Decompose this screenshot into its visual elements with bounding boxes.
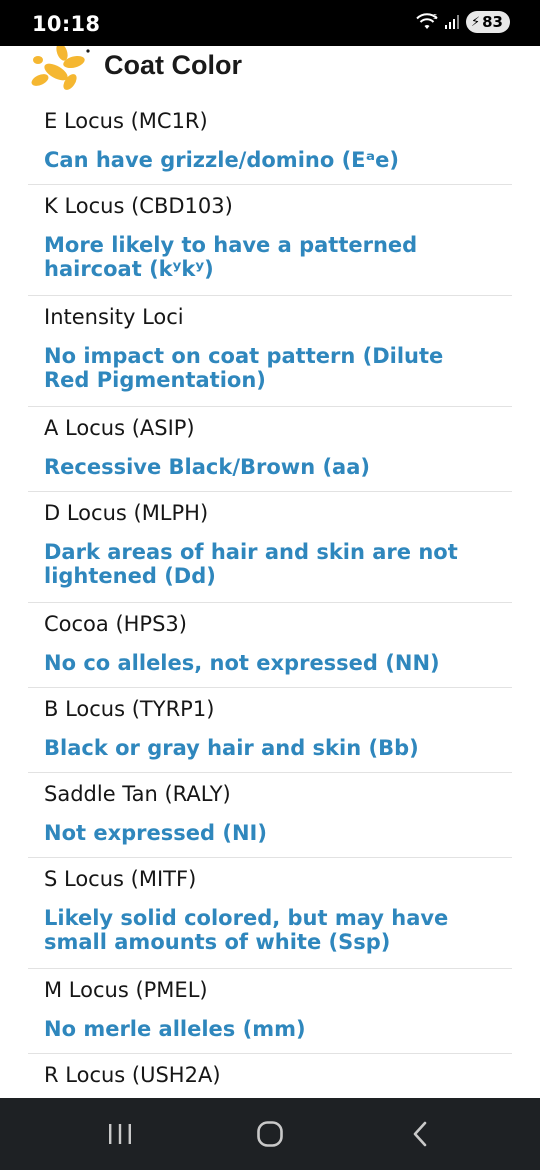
locus-result: Black or gray hair and skin (Bb)	[44, 736, 419, 760]
locus-result: Can have grizzle/domino (Eᵃe)	[44, 148, 399, 172]
coat-color-list: E Locus (MC1R) Can have grizzle/domino (…	[28, 100, 512, 1098]
header: Coat Color	[0, 46, 540, 100]
app-content: Coat Color E Locus (MC1R) Can have grizz…	[0, 46, 540, 1098]
list-item: D Locus (MLPH) Dark areas of hair and sk…	[28, 492, 512, 603]
back-icon[interactable]	[380, 1098, 460, 1170]
battery-level: 83	[482, 13, 503, 31]
list-item: A Locus (ASIP) Recessive Black/Brown (aa…	[28, 407, 512, 492]
status-time: 10:18	[32, 12, 101, 36]
locus-label: R Locus (USH2A)	[44, 1063, 221, 1087]
wifi-icon: 5	[416, 13, 438, 31]
navigation-bar	[0, 1098, 540, 1170]
status-bar: 10:18 5 ⚡ 83	[0, 0, 540, 46]
locus-label: K Locus (CBD103)	[44, 194, 233, 218]
list-item: B Locus (TYRP1) Black or gray hair and s…	[28, 688, 512, 773]
locus-result: No impact on coat pattern (Dilute Red Pi…	[44, 344, 444, 392]
locus-result: No merle alleles (mm)	[44, 1017, 306, 1041]
locus-result	[44, 1089, 496, 1098]
recent-apps-icon[interactable]	[80, 1098, 160, 1170]
signal-icon	[444, 14, 460, 30]
locus-label: Saddle Tan (RALY)	[44, 782, 231, 806]
locus-result: Likely solid colored, but may have small…	[44, 906, 449, 954]
locus-label: S Locus (MITF)	[44, 867, 197, 891]
list-item: Intensity Loci No impact on coat pattern…	[28, 296, 512, 407]
locus-label: Cocoa (HPS3)	[44, 612, 187, 636]
home-icon[interactable]	[230, 1098, 310, 1170]
locus-label: A Locus (ASIP)	[44, 416, 195, 440]
locus-result: Recessive Black/Brown (aa)	[44, 455, 370, 479]
dog-balloon-logo	[31, 46, 90, 90]
list-item: E Locus (MC1R) Can have grizzle/domino (…	[28, 100, 512, 185]
locus-label: Intensity Loci	[44, 305, 184, 329]
list-item: R Locus (USH2A)	[28, 1054, 512, 1098]
list-item: Saddle Tan (RALY) Not expressed (NI)	[28, 773, 512, 858]
charging-icon: ⚡	[470, 14, 481, 30]
svg-text:5: 5	[433, 13, 437, 21]
locus-result: More likely to have a patterned haircoat…	[44, 233, 418, 281]
list-item: S Locus (MITF) Likely solid colored, but…	[28, 858, 512, 969]
locus-label: D Locus (MLPH)	[44, 501, 209, 525]
locus-label: B Locus (TYRP1)	[44, 697, 215, 721]
locus-result: No co alleles, not expressed (NN)	[44, 651, 440, 675]
status-icons: 5 ⚡ 83	[416, 11, 510, 33]
list-item: Cocoa (HPS3) No co alleles, not expresse…	[28, 603, 512, 688]
page-title: Coat Color	[104, 50, 242, 80]
battery-indicator: ⚡ 83	[465, 11, 510, 33]
locus-label: E Locus (MC1R)	[44, 109, 208, 133]
locus-result: Not expressed (NI)	[44, 821, 267, 845]
list-item: K Locus (CBD103) More likely to have a p…	[28, 185, 512, 296]
list-item: M Locus (PMEL) No merle alleles (mm)	[28, 969, 512, 1054]
locus-label: M Locus (PMEL)	[44, 978, 208, 1002]
locus-result: Dark areas of hair and skin are not ligh…	[44, 540, 458, 588]
